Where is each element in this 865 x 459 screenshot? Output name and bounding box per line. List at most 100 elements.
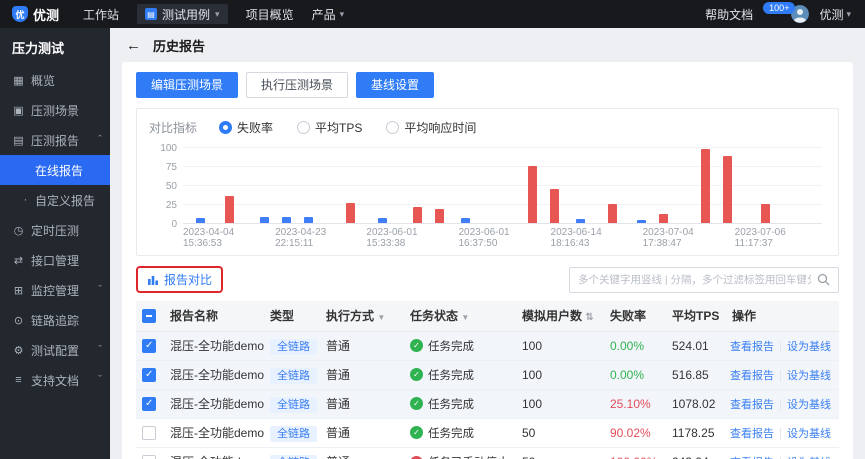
filter-icon[interactable]: ▼ (377, 313, 385, 322)
sidebar-item-label: 压测场景 (31, 103, 80, 118)
chart-bar (607, 204, 617, 223)
exec-mode: 普通 (320, 331, 404, 361)
chart-bar (282, 216, 292, 223)
search-box (569, 266, 839, 293)
fail-rate: 90.02% (604, 418, 666, 448)
monitor-icon: ⊞ (13, 284, 24, 297)
view-report-link[interactable]: 查看报告 (730, 428, 774, 440)
sidebar-item-custom-report[interactable]: · 自定义报告 (0, 185, 110, 215)
x-tick-label: 2023-06-01 16:37:50 (458, 227, 510, 249)
sort-icon[interactable]: ⇅ (585, 312, 593, 323)
view-report-link[interactable]: 查看报告 (730, 399, 774, 411)
view-report-link[interactable]: 查看报告 (730, 341, 774, 353)
baseline-settings-button[interactable]: 基线设置 (356, 72, 435, 98)
search-input[interactable] (578, 273, 811, 286)
sidebar-item-support-docs[interactable]: ≡ 支持文档 ˇ (0, 365, 110, 395)
sidebar-item-test-config[interactable]: ⚙ 测试配置 ˇ (0, 335, 110, 365)
sidebar-items: ▦ 概览 ▣ 压测场景 ▤ 压测报告 ˆ 在线报告 · 自定义报告 ◷ 定时压测 ⇄ 接口管理 ⊞ 监控管理 ˇ… (0, 65, 110, 395)
table-header-row: 报告名称 类型 执行方式 ▼ 任务状态 ▼ 模拟用户数 ⇅ 失败率 平均TPS … (136, 301, 839, 332)
avg-tps: 1078.02 (666, 389, 726, 419)
app-name: 优测 (33, 7, 60, 23)
metric-radio[interactable]: 失败率 (219, 119, 273, 136)
table-row[interactable]: 混压-全功能demo全链路普通任务完成5090.02%1178.25查看报告设为… (136, 418, 839, 448)
row-checkbox[interactable] (142, 425, 156, 440)
compare-button-label: 报告对比 (164, 273, 213, 287)
report-name: 混压-全功能demo (164, 418, 264, 448)
set-baseline-link[interactable]: 设为基线 (780, 398, 831, 411)
chart-bar (413, 207, 423, 223)
gridline: 0 (171, 219, 822, 230)
report-name: 混压-全功能demo (164, 389, 264, 419)
col-actions: 操作 (726, 301, 839, 332)
row-checkbox[interactable] (142, 454, 156, 459)
reports-table: 报告名称 类型 执行方式 ▼ 任务状态 ▼ 模拟用户数 ⇅ 失败率 平均TPS … (136, 301, 839, 459)
set-baseline-link[interactable]: 设为基线 (780, 427, 831, 440)
x-tick-label: 2023-07-04 17:38:47 (642, 227, 694, 249)
help-docs-link[interactable]: 帮助文档 (705, 6, 753, 23)
sidebar-item-scenes[interactable]: ▣ 压测场景 (0, 95, 110, 125)
sidebar-item-tracing[interactable]: ⊙ 链路追踪 (0, 305, 110, 335)
table-row[interactable]: 混压-全功能demo全链路普通任务完成1000.00%524.01查看报告设为基… (136, 331, 839, 361)
metric-radio[interactable]: 平均响应时间 (386, 119, 476, 136)
success-icon (410, 339, 423, 353)
edit-scene-button[interactable]: 编辑压测场景 (136, 72, 239, 98)
app-logo[interactable]: 优 优测 (0, 5, 65, 24)
row-checkbox[interactable] (142, 338, 156, 353)
sidebar-item-reports[interactable]: ▤ 压测报告 ˆ (0, 125, 110, 155)
chart-bar (761, 204, 771, 223)
radio-dot-icon (219, 120, 233, 134)
chart-bar (304, 216, 314, 223)
filter-icon[interactable]: ▼ (461, 313, 469, 322)
type-tag: 全链路 (270, 425, 317, 442)
fail-rate: 0.00% (604, 360, 666, 390)
row-checkbox[interactable] (142, 367, 156, 382)
sidebar-item-label: 在线报告 (35, 163, 84, 178)
search-icon[interactable] (817, 273, 830, 286)
run-scene-button[interactable]: 执行压测场景 (246, 72, 349, 98)
table-row[interactable]: 混压-全功能demo全链路普通任务完成10025.10%1078.02查看报告设… (136, 389, 839, 419)
x-tick-label: 2023-06-14 18:16:43 (550, 227, 602, 249)
row-checkbox[interactable] (142, 396, 156, 411)
status-text: 任务完成 (428, 398, 474, 411)
sidebar-item-online-report[interactable]: 在线报告 (0, 155, 110, 185)
view-report-link[interactable]: 查看报告 (730, 370, 774, 382)
sidebar-item-label: 链路追踪 (31, 313, 80, 328)
nav-workstation[interactable]: 工作站 (83, 6, 119, 23)
set-baseline-link[interactable]: 设为基线 (780, 369, 831, 382)
status-text: 任务完成 (428, 427, 474, 440)
annotation-highlight: 报告对比 (136, 266, 224, 293)
status-text: 任务完成 (428, 340, 474, 353)
avg-tps: 524.01 (666, 331, 726, 361)
report-compare-button[interactable]: 报告对比 (147, 271, 212, 288)
metric-radios: 失败率 平均TPS 平均响应时间 (219, 117, 476, 137)
sidebar-item-monitor-mgmt[interactable]: ⊞ 监控管理 ˇ (0, 275, 110, 305)
topbar: 优 优测 工作站 ▤ 测试用例 ▾ 项目概览 产品 ▾ 帮助文档 100+ 优测… (0, 0, 865, 28)
sidebar-item-overview[interactable]: ▦ 概览 (0, 65, 110, 95)
chart-bar (345, 203, 355, 223)
col-users: 模拟用户数 ⇅ (516, 301, 604, 332)
row-actions: 查看报告设为基线 (726, 418, 839, 448)
table-row[interactable]: 混压-全功能demo全链路普通任务完成1000.00%516.85查看报告设为基… (136, 360, 839, 390)
row-actions: 查看报告设为基线 (726, 389, 839, 419)
metric-radio[interactable]: 平均TPS (297, 119, 362, 136)
nav-products[interactable]: 产品 ▾ (312, 6, 345, 23)
type-tag: 全链路 (270, 454, 317, 459)
user-menu[interactable]: 优测 ▾ (819, 6, 851, 23)
nav-products-label: 产品 (311, 7, 336, 22)
y-tick-label: 25 (165, 200, 177, 211)
project-selector[interactable]: ▤ 测试用例 ▾ (137, 4, 228, 24)
back-arrow-icon[interactable]: ← (126, 38, 141, 53)
sidebar-item-scheduled[interactable]: ◷ 定时压测 (0, 215, 110, 245)
notification-badge[interactable]: 100+ (763, 2, 796, 14)
chevron-down-icon: ▾ (215, 8, 220, 19)
y-tick-label: 75 (165, 162, 177, 173)
user-count: 100 (516, 360, 604, 390)
sidebar-item-api-mgmt[interactable]: ⇄ 接口管理 (0, 245, 110, 275)
nav-project-overview[interactable]: 项目概览 (246, 6, 294, 23)
type-tag: 全链路 (270, 396, 317, 413)
select-all-checkbox[interactable] (142, 309, 156, 324)
table-row[interactable]: 混压-全功能demo 全链路普通任务已手动停止 50100.00%243.94查看报… (136, 447, 839, 459)
sidebar-item-label: 自定义报告 (35, 193, 96, 208)
set-baseline-link[interactable]: 设为基线 (780, 340, 831, 353)
metric-radio-label: 平均TPS (315, 120, 363, 135)
